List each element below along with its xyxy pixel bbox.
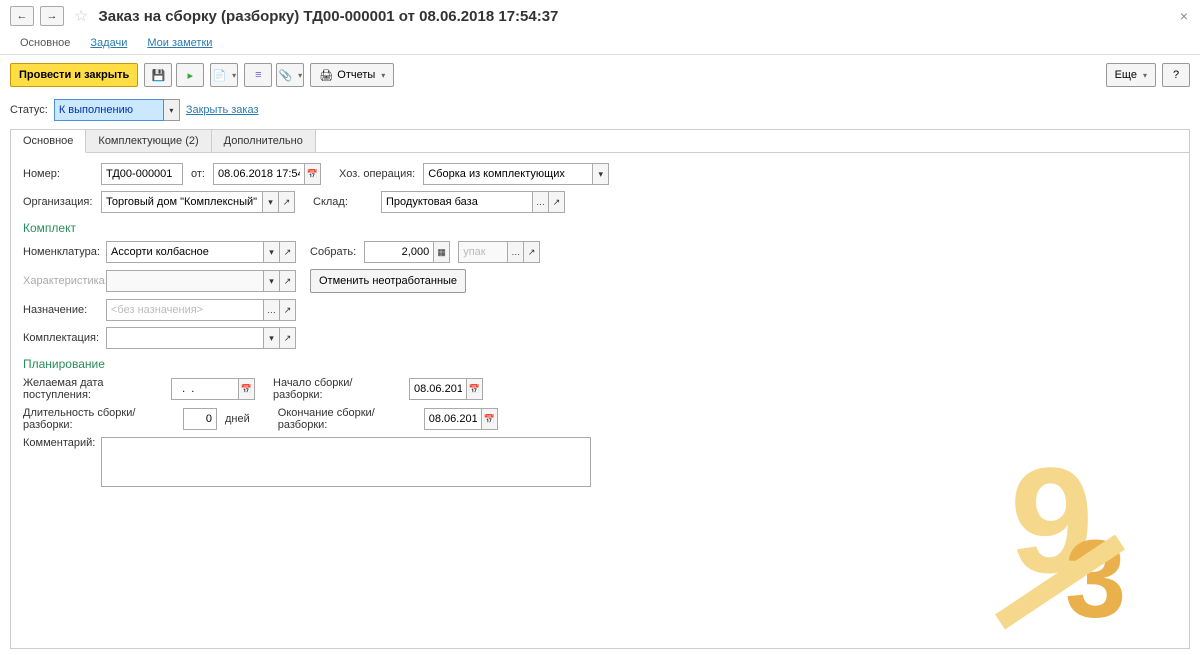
cancel-unprocessed-button[interactable]: Отменить неотработанные	[310, 269, 466, 293]
kitset-dropdown[interactable]: ▾	[264, 327, 280, 349]
duration-unit: дней	[225, 413, 250, 425]
post-button[interactable]: ▸	[176, 63, 204, 87]
warehouse-open[interactable]: ↗	[549, 191, 565, 213]
unit-open[interactable]: ↗	[524, 241, 540, 263]
date-input[interactable]	[213, 163, 305, 185]
nav-forward-button[interactable]: →	[40, 6, 64, 26]
top-tab-tasks[interactable]: Задачи	[80, 32, 137, 54]
wish-date-input[interactable]	[171, 378, 239, 400]
close-icon[interactable]: ×	[1180, 8, 1188, 24]
org-open[interactable]: ↗	[279, 191, 295, 213]
start-label: Начало сборки/разборки:	[273, 377, 401, 401]
help-button[interactable]: ?	[1162, 63, 1190, 87]
printer-icon: 🖨	[319, 69, 333, 82]
operation-label: Хоз. операция:	[339, 168, 415, 180]
org-label: Организация:	[23, 196, 93, 208]
close-order-link[interactable]: Закрыть заказ	[186, 104, 259, 116]
wish-date-picker[interactable]: 📅	[239, 378, 255, 400]
number-label: Номер:	[23, 168, 93, 180]
comment-textarea[interactable]	[101, 437, 591, 487]
duration-input[interactable]	[183, 408, 217, 430]
post-and-close-button[interactable]: Провести и закрыть	[10, 63, 138, 87]
duration-label: Длительность сборки/разборки:	[23, 407, 175, 431]
end-date-input[interactable]	[424, 408, 482, 430]
top-tab-notes[interactable]: Мои заметки	[137, 32, 222, 54]
wish-date-label: Желаемая дата поступления:	[23, 377, 163, 401]
characteristic-dropdown[interactable]: ▾	[264, 270, 280, 292]
status-label: Статус:	[10, 104, 48, 116]
org-input[interactable]	[101, 191, 263, 213]
characteristic-input	[106, 270, 264, 292]
kit-section-title: Комплект	[23, 221, 1177, 235]
operation-input[interactable]	[423, 163, 593, 185]
nomenclature-dropdown[interactable]: ▾	[264, 241, 280, 263]
kitset-label: Комплектация:	[23, 332, 98, 344]
assignment-open[interactable]: ↗	[280, 299, 296, 321]
tab-main[interactable]: Основное	[11, 130, 86, 153]
quantity-stepper[interactable]: ▦	[434, 241, 450, 263]
collect-label: Собрать:	[310, 246, 356, 258]
save-button[interactable]: 💾	[144, 63, 172, 87]
operation-dropdown[interactable]: ▾	[593, 163, 609, 185]
end-date-picker[interactable]: 📅	[482, 408, 498, 430]
assignment-select[interactable]: …	[264, 299, 280, 321]
nomenclature-label: Номенклатура:	[23, 246, 98, 258]
attachments-button[interactable]: 📎	[276, 63, 304, 87]
create-based-on-button[interactable]: 📄	[210, 63, 238, 87]
favorite-star-icon[interactable]: ☆	[74, 6, 88, 26]
reports-button[interactable]: 🖨 Отчеты	[310, 63, 394, 87]
characteristic-open[interactable]: ↗	[280, 270, 296, 292]
nomenclature-input[interactable]	[106, 241, 264, 263]
more-button[interactable]: Еще	[1106, 63, 1156, 87]
warehouse-label: Склад:	[313, 196, 373, 208]
nomenclature-open[interactable]: ↗	[280, 241, 296, 263]
kitset-input[interactable]	[106, 327, 264, 349]
page-title: Заказ на сборку (разборку) ТД00-000001 о…	[98, 8, 558, 25]
start-date-input[interactable]	[409, 378, 467, 400]
end-label: Окончание сборки/разборки:	[278, 407, 416, 431]
quantity-input[interactable]	[364, 241, 434, 263]
status-dropdown-button[interactable]: ▾	[164, 99, 180, 121]
unit-select[interactable]: …	[508, 241, 524, 263]
from-label: от:	[191, 168, 205, 180]
assignment-label: Назначение:	[23, 304, 98, 316]
nav-back-button[interactable]: ←	[10, 6, 34, 26]
assignment-input[interactable]	[106, 299, 264, 321]
org-dropdown[interactable]: ▾	[263, 191, 279, 213]
kitset-open[interactable]: ↗	[280, 327, 296, 349]
warehouse-input[interactable]	[381, 191, 533, 213]
unit-input	[458, 241, 508, 263]
warehouse-select[interactable]: …	[533, 191, 549, 213]
tab-components[interactable]: Комплектующие (2)	[86, 130, 211, 152]
top-tab-main[interactable]: Основное	[10, 32, 80, 54]
planning-section-title: Планирование	[23, 357, 1177, 371]
structure-button[interactable]: ≡	[244, 63, 272, 87]
characteristic-label: Характеристика:	[23, 275, 98, 287]
date-picker-button[interactable]: 📅	[305, 163, 321, 185]
status-select[interactable]	[54, 99, 164, 121]
start-date-picker[interactable]: 📅	[467, 378, 483, 400]
number-input[interactable]	[101, 163, 183, 185]
tab-additional[interactable]: Дополнительно	[212, 130, 316, 152]
comment-label: Комментарий:	[23, 437, 93, 449]
